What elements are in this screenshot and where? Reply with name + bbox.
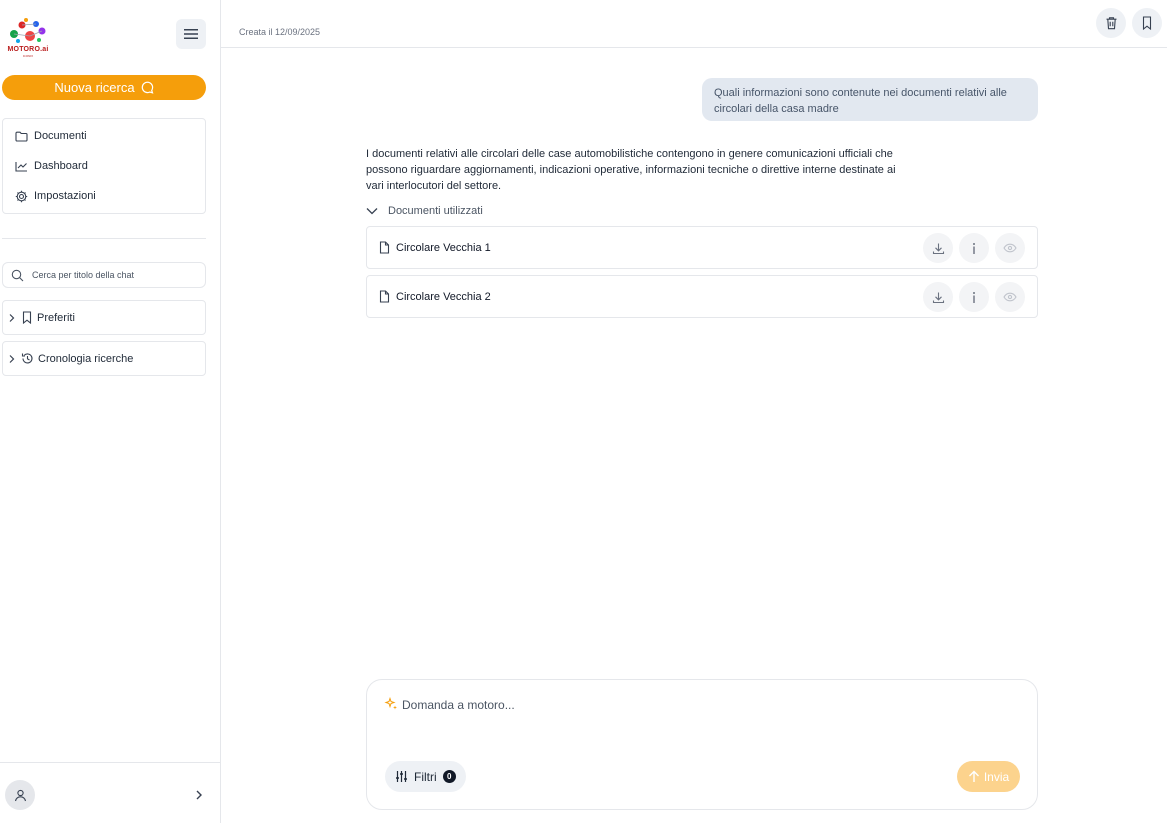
- sidebar-item-dashboard[interactable]: Dashboard: [15, 156, 88, 176]
- bookmark-icon: [22, 311, 32, 324]
- filters-count-badge: 0: [442, 770, 456, 783]
- arrow-up-icon: [968, 770, 979, 782]
- sidebar-group-label: Preferiti: [37, 311, 75, 324]
- documents-used-toggle[interactable]: Documenti utilizzati: [366, 205, 483, 217]
- message-composer: Filtri 0 Invia: [366, 679, 1038, 810]
- menu-toggle-button[interactable]: [176, 19, 206, 49]
- info-icon: [973, 291, 975, 303]
- download-icon: [932, 292, 944, 303]
- delete-chat-button[interactable]: [1096, 8, 1126, 38]
- message-input[interactable]: [402, 698, 1002, 738]
- sparkle-icon: [384, 697, 397, 710]
- chevron-down-icon: [366, 208, 378, 215]
- sidebar-item-label: Documenti: [34, 130, 87, 142]
- sidebar-group-label: Cronologia ricerche: [38, 352, 134, 365]
- user-avatar[interactable]: [5, 780, 35, 810]
- sidebar-nav: Documenti Dashboard Impostazioni: [2, 118, 206, 214]
- document-name: Circolare Vecchia 1: [396, 241, 491, 254]
- document-row[interactable]: Circolare Vecchia 2: [366, 275, 1038, 318]
- info-button[interactable]: [959, 233, 989, 263]
- hamburger-icon: [184, 29, 198, 39]
- assistant-answer: I documenti relativi alle circolari dell…: [366, 148, 896, 192]
- chevron-right-icon[interactable]: [192, 788, 206, 802]
- brand-logo[interactable]: MOTORO.ai ICONIX: [6, 16, 50, 58]
- download-button[interactable]: [923, 233, 953, 263]
- search-icon: [11, 269, 24, 281]
- filters-label: Filtri: [414, 769, 437, 784]
- bookmark-icon: [1142, 16, 1152, 30]
- document-actions: [923, 282, 1025, 312]
- download-icon: [932, 243, 944, 254]
- eye-icon: [1003, 243, 1017, 253]
- chevron-right-icon: [9, 354, 15, 363]
- sidebar-group-cronologia[interactable]: Cronologia ricerche: [2, 341, 206, 376]
- created-date: Creata il 12/09/2025: [239, 27, 321, 37]
- download-button[interactable]: [923, 282, 953, 312]
- user-icon: [14, 789, 26, 801]
- chart-line-icon: [15, 161, 27, 172]
- eye-icon: [1003, 292, 1017, 302]
- info-button[interactable]: [959, 282, 989, 312]
- document-row[interactable]: Circolare Vecchia 1: [366, 226, 1038, 269]
- brand-sub: ICONIX: [22, 54, 34, 58]
- trash-icon: [1106, 17, 1116, 30]
- document-actions: [923, 233, 1025, 263]
- info-icon: [973, 242, 975, 254]
- sidebar-footer-divider: [0, 762, 220, 763]
- folder-icon: [15, 131, 28, 142]
- sidebar-group-preferiti[interactable]: Preferiti: [2, 300, 206, 335]
- brand-name: MOTORO.ai: [7, 46, 49, 53]
- send-label: Invia: [983, 769, 1010, 784]
- send-button[interactable]: Invia: [957, 761, 1020, 792]
- preview-button[interactable]: [995, 282, 1025, 312]
- sidebar-item-documenti[interactable]: Documenti: [15, 126, 87, 146]
- bookmark-chat-button[interactable]: [1132, 8, 1162, 38]
- new-search-button[interactable]: Nuova ricerca: [2, 75, 206, 100]
- preview-button[interactable]: [995, 233, 1025, 263]
- sidebar-item-label: Dashboard: [34, 160, 88, 172]
- sidebar-divider: [2, 238, 206, 239]
- file-icon: [379, 290, 390, 303]
- filters-button[interactable]: Filtri 0: [385, 761, 466, 792]
- documents-used-label: Documenti utilizzati: [388, 205, 483, 217]
- history-icon: [21, 353, 33, 364]
- chat-search-input[interactable]: [32, 270, 192, 280]
- user-message-bubble: Quali informazioni sono contenute nei do…: [702, 78, 1038, 121]
- new-search-label: Nuova ricerca: [54, 80, 135, 95]
- document-name: Circolare Vecchia 2: [396, 290, 491, 303]
- chat-header: Creata il 12/09/2025: [221, 0, 1167, 48]
- sidebar: MOTORO.ai ICONIX Nuova ricerca Documenti: [0, 0, 221, 823]
- file-icon: [379, 241, 390, 254]
- sidebar-item-impostazioni[interactable]: Impostazioni: [15, 186, 96, 206]
- sidebar-item-label: Impostazioni: [34, 190, 96, 202]
- chevron-right-icon: [9, 313, 15, 322]
- logo-mark-icon: [10, 18, 46, 43]
- chat-bubble-icon: [141, 81, 154, 94]
- chat-search[interactable]: [2, 262, 206, 288]
- sliders-icon: [396, 771, 407, 782]
- gear-icon: [15, 190, 28, 202]
